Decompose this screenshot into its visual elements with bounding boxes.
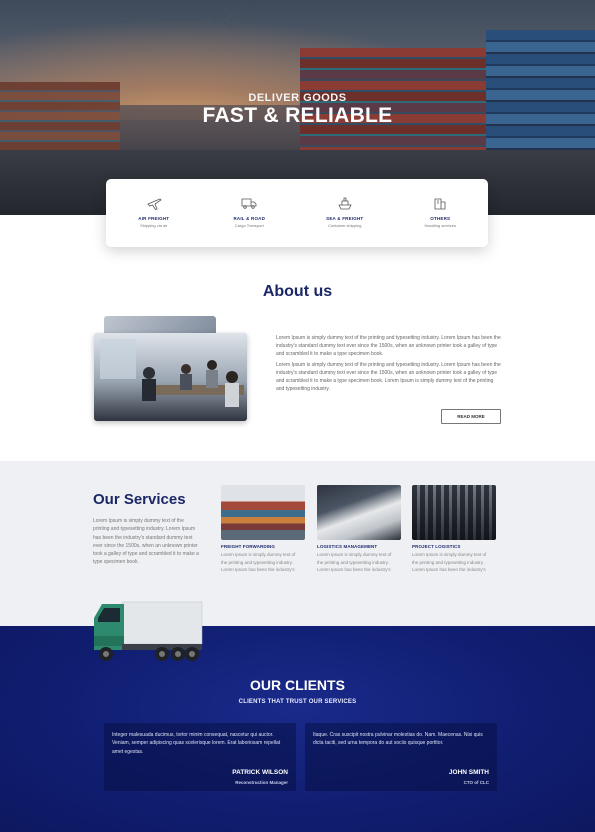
service-title: FREIGHT FORWARDING xyxy=(221,544,275,549)
service-image-warehouse-truck xyxy=(317,485,401,540)
read-more-button[interactable]: READ MORE xyxy=(441,409,501,424)
service-image-containers xyxy=(221,485,305,540)
about-paragraph: Lorem Ipsum is simply dummy text of the … xyxy=(276,335,501,357)
testimonial-role: Reconstruction Manager xyxy=(235,780,288,785)
feature-subtitle: Container shipping xyxy=(328,223,362,228)
airplane-silhouette xyxy=(205,14,246,28)
testimonial-card: Integer malesuada ducimus, tortor minim … xyxy=(104,723,296,791)
service-desc: Lorem Ipsum is simply dummy text of the … xyxy=(221,552,296,572)
truck-image xyxy=(94,601,203,661)
airplane-icon xyxy=(147,198,162,210)
testimonial-name: PATRICK WILSON xyxy=(232,769,288,776)
features-card: AIR FREIGHT Shipping via air RAIL & ROAD… xyxy=(106,179,488,247)
service-title: PROJECT LOGISTICS xyxy=(412,544,461,549)
feature-subtitle: Handling services xyxy=(424,223,457,228)
feature-title: RAIL & ROAD xyxy=(233,216,266,221)
service-desc: Lorem Ipsum is simply dummy text of the … xyxy=(317,552,392,572)
service-card-freight[interactable]: FREIGHT FORWARDING Lorem Ipsum is simply… xyxy=(221,485,305,574)
truck-icon xyxy=(241,198,257,209)
testimonial-role: CTO of CLC xyxy=(463,780,489,785)
feature-title: SEA & FREIGHT xyxy=(326,216,364,221)
testimonial-quote: Itaque. Cras suscipit nostra pulvinar mo… xyxy=(313,732,483,747)
box-icon xyxy=(434,198,446,210)
hero-subtitle: DELIVER GOODS xyxy=(248,92,347,104)
services-text: Lorem Ipsum is simply dummy text of the … xyxy=(93,518,199,566)
about-title: About us xyxy=(262,283,333,300)
ship-icon xyxy=(338,197,352,210)
about-text: Lorem Ipsum is simply dummy text of the … xyxy=(276,334,502,396)
about-image-office xyxy=(94,333,247,421)
clients-subtitle: CLIENTS THAT TRUST OUR SERVICES xyxy=(238,699,357,705)
service-desc: Lorem Ipsum is simply dummy text of the … xyxy=(412,552,487,572)
feature-subtitle: Shipping via air xyxy=(140,223,168,228)
testimonial-card: Itaque. Cras suscipit nostra pulvinar mo… xyxy=(305,723,497,791)
feature-air-freight[interactable]: AIR FREIGHT Shipping via air xyxy=(106,179,202,247)
feature-others[interactable]: OTHERS Handling services xyxy=(393,179,489,247)
feature-subtitle: Cargo Transport xyxy=(234,223,264,228)
service-card-project[interactable]: PROJECT LOGISTICS Lorem Ipsum is simply … xyxy=(412,485,496,574)
testimonial-name: JOHN SMITH xyxy=(448,769,489,776)
testimonial-quote: Integer malesuada ducimus, tortor minim … xyxy=(112,732,281,755)
service-title: LOGISTICS MANAGEMENT xyxy=(317,544,378,549)
hero-title: FAST & RELIABLE xyxy=(202,104,393,127)
service-image-warehouse xyxy=(412,485,496,540)
feature-title: OTHERS xyxy=(430,216,451,221)
clients-title: OUR CLIENTS xyxy=(250,677,345,693)
services-title: Our Services xyxy=(93,491,186,508)
about-paragraph: Lorem Ipsum is simply dummy text of the … xyxy=(276,362,501,392)
feature-title: AIR FREIGHT xyxy=(138,216,170,221)
service-card-logistics[interactable]: LOGISTICS MANAGEMENT Lorem Ipsum is simp… xyxy=(317,485,401,574)
feature-sea-freight[interactable]: SEA & FREIGHT Container shipping xyxy=(297,179,393,247)
feature-rail-road[interactable]: RAIL & ROAD Cargo Transport xyxy=(202,179,298,247)
office-photo xyxy=(94,333,247,421)
clients-section xyxy=(0,626,595,832)
